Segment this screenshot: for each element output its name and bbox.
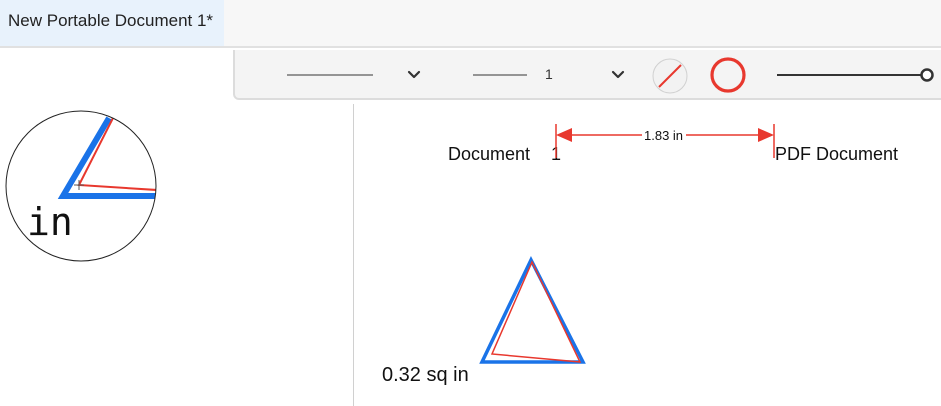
opacity-slider[interactable] <box>775 63 937 87</box>
stroke-color-circle-icon <box>710 57 746 93</box>
annotation-properties-toolbar: 1 <box>233 50 941 100</box>
area-measure-label: 0.32 sq in <box>382 364 469 386</box>
chevron-down-icon <box>407 70 421 79</box>
document-text-right: PDF Document <box>775 144 899 164</box>
document-tab[interactable]: New Portable Document 1* <box>0 0 224 46</box>
magnifier-label: in <box>27 200 73 244</box>
tab-bar-divider <box>0 46 941 48</box>
tab-bar: New Portable Document 1* <box>0 0 941 46</box>
line-style-dropdown[interactable] <box>283 63 427 87</box>
line-width-dropdown[interactable]: 1 <box>471 63 631 87</box>
area-measure-annotation[interactable] <box>470 250 590 370</box>
tab-title: New Portable Document 1* <box>8 11 214 30</box>
document-text-left: Document <box>448 144 531 164</box>
panel-divider <box>353 104 354 406</box>
opacity-slider-track <box>777 68 934 82</box>
line-width-preview-icon <box>473 74 527 76</box>
stroke-color-button[interactable] <box>707 55 749 97</box>
chevron-down-icon <box>611 70 625 79</box>
line-width-value: 1 <box>545 66 553 82</box>
line-style-preview-icon <box>287 74 373 76</box>
magnifier-loupe: in <box>5 110 157 264</box>
slider-thumb[interactable] <box>920 68 934 82</box>
fill-color-button[interactable] <box>651 57 689 95</box>
no-fill-icon <box>652 58 688 94</box>
distance-measure-label: 1.83 in <box>644 128 684 143</box>
